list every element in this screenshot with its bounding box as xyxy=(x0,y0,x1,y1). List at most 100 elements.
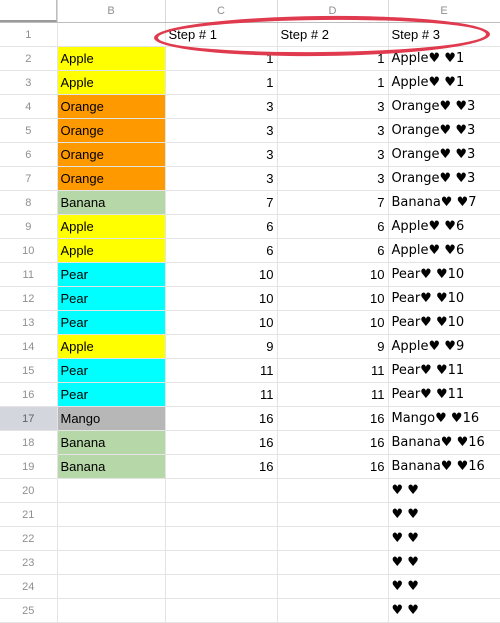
cell-C15[interactable]: 11 xyxy=(165,358,278,383)
row-header-19[interactable]: 19 xyxy=(0,454,58,479)
cell-E21[interactable]: ♥ ♥ xyxy=(388,502,500,527)
table-row[interactable]: 23 ♥ ♥ xyxy=(0,550,500,575)
cell-B14[interactable]: Apple xyxy=(57,334,166,359)
cell-D6[interactable]: 3 xyxy=(277,142,389,167)
cell-B22[interactable] xyxy=(57,526,166,551)
cell-D4[interactable]: 3 xyxy=(277,94,389,119)
cell-D11[interactable]: 10 xyxy=(277,262,389,287)
cell-E2[interactable]: Apple♥ ♥1 xyxy=(388,46,500,71)
cell-D5[interactable]: 3 xyxy=(277,118,389,143)
cell-D18[interactable]: 16 xyxy=(277,430,389,455)
table-row[interactable]: 5 Orange 3 3 Orange♥ ♥3 xyxy=(0,118,500,143)
spreadsheet-grid[interactable]: B C D E 1 Step # 1 Step # 2 Step # 3 2 Apple 1… xyxy=(0,0,500,623)
cell-D2[interactable]: 1 xyxy=(277,46,389,71)
cell-C16[interactable]: 11 xyxy=(165,382,278,407)
cell-E5[interactable]: Orange♥ ♥3 xyxy=(388,118,500,143)
cell-E16[interactable]: Pear♥ ♥11 xyxy=(388,382,500,407)
cell-C21[interactable] xyxy=(165,502,278,527)
cell-B17[interactable]: Mango xyxy=(57,406,166,431)
cell-C8[interactable]: 7 xyxy=(165,190,278,215)
cell-B8[interactable]: Banana xyxy=(57,190,166,215)
cell-D8[interactable]: 7 xyxy=(277,190,389,215)
cell-B11[interactable]: Pear xyxy=(57,262,166,287)
table-row[interactable]: 16 Pear 11 11 Pear♥ ♥11 xyxy=(0,382,500,407)
cell-E13[interactable]: Pear♥ ♥10 xyxy=(388,310,500,335)
table-row[interactable]: 2 Apple 1 1 Apple♥ ♥1 xyxy=(0,46,500,71)
row-header-24[interactable]: 24 xyxy=(0,574,58,599)
column-header-e[interactable]: E xyxy=(388,0,500,23)
cell-D14[interactable]: 9 xyxy=(277,334,389,359)
row-header-9[interactable]: 9 xyxy=(0,214,58,239)
cell-B19[interactable]: Banana xyxy=(57,454,166,479)
cell-D15[interactable]: 11 xyxy=(277,358,389,383)
cell-D3[interactable]: 1 xyxy=(277,70,389,95)
cell-B5[interactable]: Orange xyxy=(57,118,166,143)
table-row[interactable]: 1 Step # 1 Step # 2 Step # 3 xyxy=(0,22,500,47)
cell-E10[interactable]: Apple♥ ♥6 xyxy=(388,238,500,263)
cell-B4[interactable]: Orange xyxy=(57,94,166,119)
table-row[interactable]: 12 Pear 10 10 Pear♥ ♥10 xyxy=(0,286,500,311)
row-header-11[interactable]: 11 xyxy=(0,262,58,287)
cell-E8[interactable]: Banana♥ ♥7 xyxy=(388,190,500,215)
cell-C6[interactable]: 3 xyxy=(165,142,278,167)
sheet-table[interactable]: B C D E 1 Step # 1 Step # 2 Step # 3 2 Apple 1… xyxy=(0,0,500,623)
cell-B18[interactable]: Banana xyxy=(57,430,166,455)
cell-D10[interactable]: 6 xyxy=(277,238,389,263)
row-header-20[interactable]: 20 xyxy=(0,478,58,503)
cell-B15[interactable]: Pear xyxy=(57,358,166,383)
cell-E18[interactable]: Banana♥ ♥16 xyxy=(388,430,500,455)
cell-B24[interactable] xyxy=(57,574,166,599)
cell-C5[interactable]: 3 xyxy=(165,118,278,143)
table-row[interactable]: 4 Orange 3 3 Orange♥ ♥3 xyxy=(0,94,500,119)
table-row[interactable]: 15 Pear 11 11 Pear♥ ♥11 xyxy=(0,358,500,383)
cell-D12[interactable]: 10 xyxy=(277,286,389,311)
cell-E11[interactable]: Pear♥ ♥10 xyxy=(388,262,500,287)
cell-B21[interactable] xyxy=(57,502,166,527)
row-header-7[interactable]: 7 xyxy=(0,166,58,191)
row-header-18[interactable]: 18 xyxy=(0,430,58,455)
column-header-b[interactable]: B xyxy=(57,0,166,23)
cell-D17[interactable]: 16 xyxy=(277,406,389,431)
table-row[interactable]: 9 Apple 6 6 Apple♥ ♥6 xyxy=(0,214,500,239)
table-row[interactable]: 24 ♥ ♥ xyxy=(0,574,500,599)
table-row[interactable]: 22 ♥ ♥ xyxy=(0,526,500,551)
table-row[interactable]: 20 ♥ ♥ xyxy=(0,478,500,503)
cell-C18[interactable]: 16 xyxy=(165,430,278,455)
cell-D20[interactable] xyxy=(277,478,389,503)
row-header-4[interactable]: 4 xyxy=(0,94,58,119)
row-header-2[interactable]: 2 xyxy=(0,46,58,71)
cell-B20[interactable] xyxy=(57,478,166,503)
cell-E9[interactable]: Apple♥ ♥6 xyxy=(388,214,500,239)
cell-D9[interactable]: 6 xyxy=(277,214,389,239)
cell-E15[interactable]: Pear♥ ♥11 xyxy=(388,358,500,383)
cell-C11[interactable]: 10 xyxy=(165,262,278,287)
row-header-25[interactable]: 25 xyxy=(0,598,58,623)
cell-C23[interactable] xyxy=(165,550,278,575)
row-header-1[interactable]: 1 xyxy=(0,22,58,47)
cell-B7[interactable]: Orange xyxy=(57,166,166,191)
cell-C25[interactable] xyxy=(165,598,278,623)
row-header-12[interactable]: 12 xyxy=(0,286,58,311)
row-header-15[interactable]: 15 xyxy=(0,358,58,383)
row-header-10[interactable]: 10 xyxy=(0,238,58,263)
cell-E24[interactable]: ♥ ♥ xyxy=(388,574,500,599)
row-header-3[interactable]: 3 xyxy=(0,70,58,95)
column-header-c[interactable]: C xyxy=(165,0,278,23)
cell-D21[interactable] xyxy=(277,502,389,527)
table-row[interactable]: 14 Apple 9 9 Apple♥ ♥9 xyxy=(0,334,500,359)
cell-B12[interactable]: Pear xyxy=(57,286,166,311)
table-row[interactable]: 6 Orange 3 3 Orange♥ ♥3 xyxy=(0,142,500,167)
cell-E7[interactable]: Orange♥ ♥3 xyxy=(388,166,500,191)
cell-C19[interactable]: 16 xyxy=(165,454,278,479)
table-row[interactable]: 7 Orange 3 3 Orange♥ ♥3 xyxy=(0,166,500,191)
cell-B13[interactable]: Pear xyxy=(57,310,166,335)
cell-E20[interactable]: ♥ ♥ xyxy=(388,478,500,503)
cell-C12[interactable]: 10 xyxy=(165,286,278,311)
cell-E19[interactable]: Banana♥ ♥16 xyxy=(388,454,500,479)
row-header-22[interactable]: 22 xyxy=(0,526,58,551)
table-row[interactable]: 17 Mango 16 16 Mango♥ ♥16 xyxy=(0,406,500,431)
cell-E23[interactable]: ♥ ♥ xyxy=(388,550,500,575)
table-row[interactable]: 8 Banana 7 7 Banana♥ ♥7 xyxy=(0,190,500,215)
cell-D24[interactable] xyxy=(277,574,389,599)
cell-B3[interactable]: Apple xyxy=(57,70,166,95)
